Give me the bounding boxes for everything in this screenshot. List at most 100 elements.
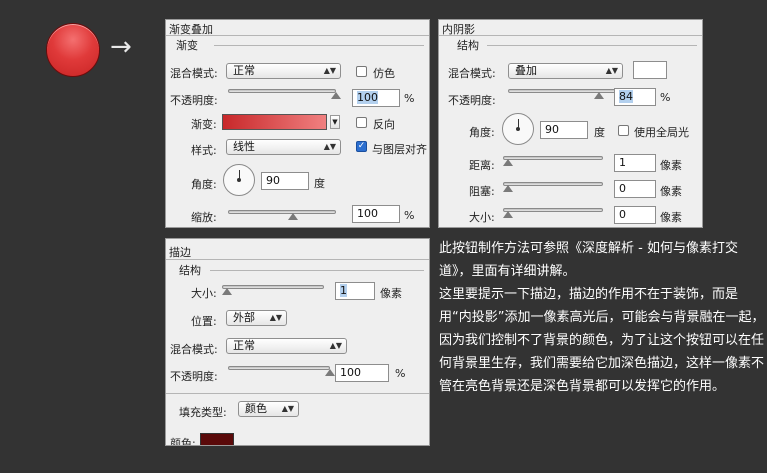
angle-field[interactable]: 90	[540, 121, 588, 139]
size-slider[interactable]	[503, 208, 603, 212]
degree-unit: 度	[594, 126, 605, 139]
angle-field[interactable]: 90	[261, 172, 309, 190]
size-field[interactable]: 0	[614, 206, 656, 224]
divider	[487, 45, 697, 46]
blend-mode-select[interactable]: 正常 ▲▼	[226, 63, 341, 79]
updown-icon: ▲▼	[269, 313, 282, 322]
global-light-label: 使用全局光	[634, 126, 689, 139]
explanation-paragraph: 这里要提示一下描边，描边的作用不在于装饰，而是用“内投影”添加一像素高光后，可能…	[439, 287, 765, 394]
explanation-text: 此按钮制作方法可参照《深度解析 - 如何与像素打交道》，里面有详细讲解。 这里要…	[439, 237, 765, 398]
position-label: 位置:	[191, 315, 217, 328]
gradient-swatch[interactable]	[222, 114, 327, 130]
blend-mode-label: 混合模式:	[170, 343, 218, 356]
divider	[210, 270, 424, 271]
reverse-checkbox[interactable]	[356, 117, 367, 128]
section-title: 结构	[179, 264, 201, 277]
align-with-layer-checkbox[interactable]: ✓	[356, 141, 367, 152]
px-unit: 像素	[660, 185, 682, 198]
opacity-field[interactable]: 100	[335, 364, 389, 382]
opacity-field[interactable]: 84	[614, 88, 656, 106]
opacity-slider[interactable]	[228, 366, 330, 370]
opacity-field[interactable]: 100	[352, 89, 400, 107]
blend-mode-label: 混合模式:	[448, 67, 496, 80]
opacity-slider-thumb[interactable]	[331, 92, 341, 99]
blend-mode-label: 混合模式:	[170, 67, 218, 80]
red-button-preview	[46, 23, 100, 77]
blend-mode-select[interactable]: 正常 ▲▼	[226, 338, 347, 354]
blend-mode-select[interactable]: 叠加 ▲▼	[508, 63, 623, 79]
size-field[interactable]: 1	[335, 282, 375, 300]
style-select[interactable]: 线性 ▲▼	[226, 139, 341, 155]
angle-label: 角度:	[469, 126, 495, 139]
px-unit: 像素	[380, 287, 402, 300]
divider	[214, 45, 424, 46]
percent-unit: %	[404, 209, 415, 222]
angle-dial[interactable]	[502, 113, 534, 145]
style-value: 线性	[233, 140, 255, 153]
dither-label: 仿色	[373, 67, 395, 80]
updown-icon: ▲▼	[605, 66, 618, 75]
reverse-label: 反向	[373, 118, 395, 131]
position-select[interactable]: 外部 ▲▼	[226, 310, 287, 326]
size-slider[interactable]	[222, 285, 324, 289]
gradient-overlay-panel: 渐变叠加 渐变 混合模式: 正常 ▲▼ 仿色 不透明度: 100 % 渐变: ▼ …	[165, 19, 430, 228]
px-unit: 像素	[660, 211, 682, 224]
arrow-icon: →	[110, 32, 132, 62]
scale-slider-thumb[interactable]	[287, 213, 298, 220]
choke-slider-thumb[interactable]	[503, 185, 513, 192]
fill-type-label: 填充类型:	[179, 406, 227, 419]
updown-icon: ▲▼	[323, 66, 336, 75]
gradient-label: 渐变:	[191, 118, 217, 131]
divider	[166, 393, 429, 394]
divider	[439, 35, 702, 36]
divider	[166, 259, 429, 260]
distance-slider-thumb[interactable]	[503, 159, 513, 166]
align-with-layer-label: 与图层对齐	[372, 143, 427, 156]
percent-unit: %	[660, 91, 671, 104]
angle-label: 角度:	[191, 178, 217, 191]
opacity-label: 不透明度:	[170, 370, 218, 383]
position-value: 外部	[233, 311, 255, 324]
explanation-paragraph: 此按钮制作方法可参照《深度解析 - 如何与像素打交道》，里面有详细讲解。	[439, 241, 738, 279]
fill-type-select[interactable]: 颜色 ▲▼	[238, 401, 299, 417]
blend-mode-value: 叠加	[515, 64, 537, 77]
gradient-dropdown-icon[interactable]: ▼	[330, 115, 340, 129]
fill-type-value: 颜色	[245, 402, 267, 415]
px-unit: 像素	[660, 159, 682, 172]
shadow-color-swatch[interactable]	[633, 61, 667, 79]
choke-field[interactable]: 0	[614, 180, 656, 198]
opacity-label: 不透明度:	[170, 94, 218, 107]
scale-field[interactable]: 100	[352, 205, 400, 223]
panel-title: 描边	[169, 246, 191, 259]
opacity-slider[interactable]	[228, 89, 336, 93]
choke-slider[interactable]	[503, 182, 603, 186]
degree-unit: 度	[314, 177, 325, 190]
scale-slider[interactable]	[228, 210, 336, 214]
dither-checkbox[interactable]	[356, 66, 367, 77]
percent-unit: %	[395, 367, 406, 380]
size-slider-thumb[interactable]	[503, 211, 513, 218]
size-label: 大小:	[191, 287, 217, 300]
opacity-label: 不透明度:	[448, 94, 496, 107]
section-title: 渐变	[176, 39, 198, 52]
distance-label: 距离:	[469, 159, 495, 172]
size-slider-thumb[interactable]	[222, 288, 232, 295]
updown-icon: ▲▼	[329, 341, 342, 350]
stroke-color-swatch[interactable]	[200, 433, 234, 445]
stroke-panel: 描边 结构 大小: 1 像素 位置: 外部 ▲▼ 混合模式: 正常 ▲▼ 不透明度:…	[165, 238, 430, 446]
opacity-slider-thumb[interactable]	[593, 92, 604, 99]
scale-label: 缩放:	[191, 211, 217, 224]
distance-slider[interactable]	[503, 156, 603, 160]
color-label: 颜色:	[170, 437, 196, 446]
angle-dial[interactable]	[223, 164, 255, 196]
updown-icon: ▲▼	[323, 142, 336, 151]
percent-unit: %	[404, 92, 415, 105]
inner-shadow-panel: 内阴影 结构 混合模式: 叠加 ▲▼ 不透明度: 84 % 角度: 90 度 使用…	[438, 19, 703, 228]
distance-field[interactable]: 1	[614, 154, 656, 172]
updown-icon: ▲▼	[281, 404, 294, 413]
opacity-slider-thumb[interactable]	[325, 369, 335, 376]
divider	[166, 35, 429, 36]
choke-label: 阻塞:	[469, 185, 495, 198]
global-light-checkbox[interactable]	[618, 125, 629, 136]
size-label: 大小:	[469, 211, 495, 224]
